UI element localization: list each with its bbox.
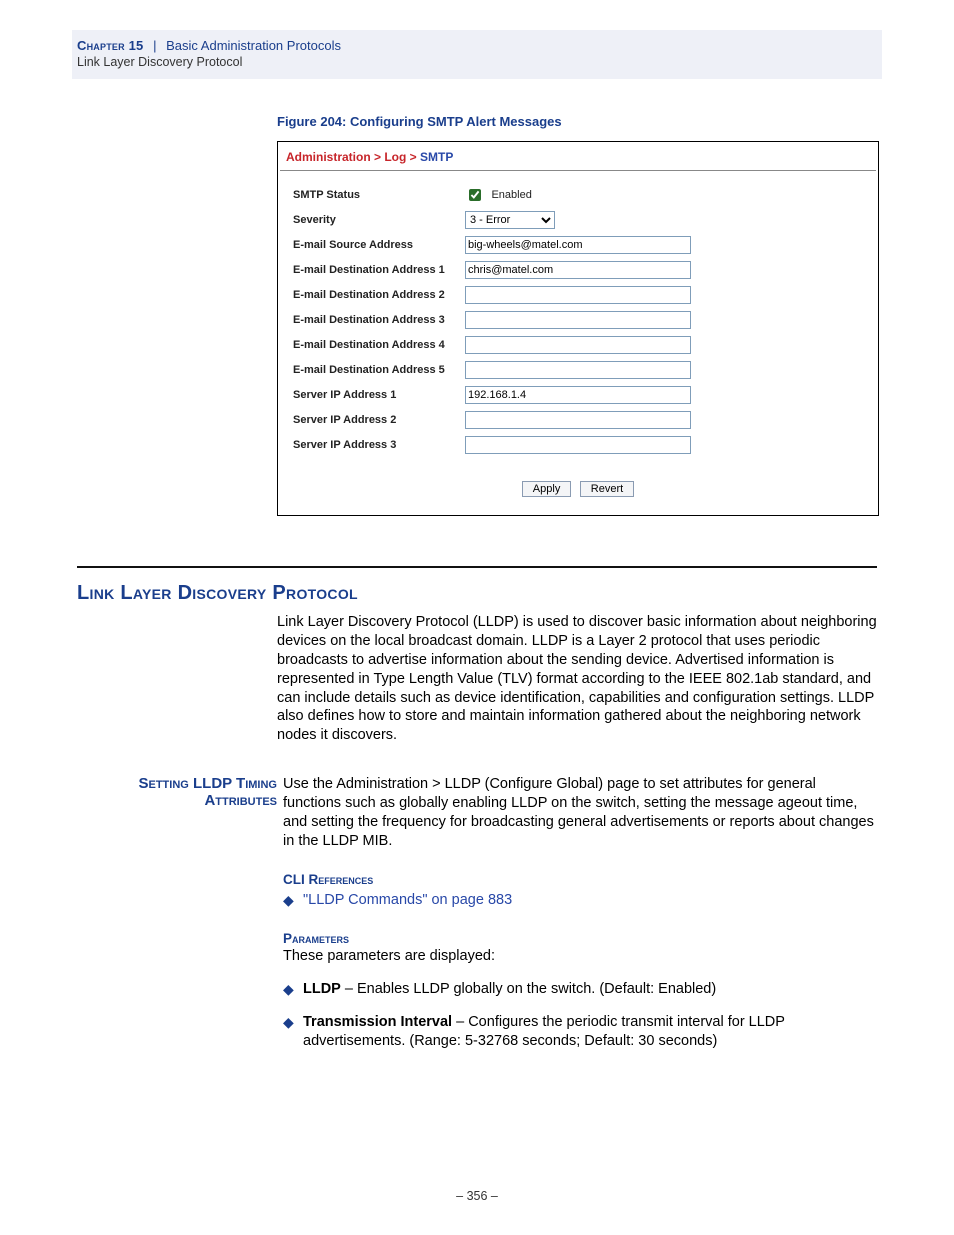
chapter-subtitle: Link Layer Discovery Protocol bbox=[77, 55, 882, 69]
server-ip1-label: Server IP Address 1 bbox=[292, 384, 464, 405]
bullet-diamond-icon: ◆ bbox=[283, 980, 303, 999]
side-heading: Setting LLDP Timing Attributes bbox=[77, 775, 283, 809]
page-number: – 356 – bbox=[0, 1189, 954, 1203]
cli-link[interactable]: "LLDP Commands" on page 883 bbox=[303, 892, 512, 908]
breadcrumb-path: Administration > Log > bbox=[286, 150, 420, 164]
bullet-diamond-icon: ◆ bbox=[283, 1013, 303, 1051]
smtp-status-label: SMTP Status bbox=[292, 185, 464, 205]
email-dest1-input[interactable] bbox=[465, 261, 691, 279]
smtp-status-checkbox[interactable] bbox=[469, 189, 481, 201]
apply-button[interactable]: Apply bbox=[522, 481, 572, 497]
smtp-form: SMTP Status Enabled Severity 3 - Error bbox=[278, 171, 878, 515]
email-dest4-input[interactable] bbox=[465, 336, 691, 354]
section-para-1: Link Layer Discovery Protocol (LLDP) is … bbox=[277, 613, 877, 745]
email-dest2-label: E-mail Destination Address 2 bbox=[292, 284, 464, 305]
revert-button[interactable]: Revert bbox=[580, 481, 634, 497]
severity-label: Severity bbox=[292, 209, 464, 230]
parameters-heading: Parameters bbox=[283, 930, 877, 948]
cli-references-heading: CLI References bbox=[283, 871, 877, 889]
figure-breadcrumb: Administration > Log > SMTP bbox=[278, 142, 878, 170]
server-ip3-label: Server IP Address 3 bbox=[292, 434, 464, 455]
param-lldp: LLDP – Enables LLDP globally on the swit… bbox=[303, 980, 877, 999]
chapter-title: Basic Administration Protocols bbox=[166, 38, 341, 53]
figure-panel: Administration > Log > SMTP SMTP Status … bbox=[277, 141, 879, 516]
server-ip2-input[interactable] bbox=[465, 411, 691, 429]
parameters-intro: These parameters are displayed: bbox=[283, 947, 877, 966]
email-dest3-label: E-mail Destination Address 3 bbox=[292, 309, 464, 330]
email-dest3-input[interactable] bbox=[465, 311, 691, 329]
server-ip1-input[interactable] bbox=[465, 386, 691, 404]
section-para-2: Use the Administration > LLDP (Configure… bbox=[283, 775, 877, 850]
server-ip2-label: Server IP Address 2 bbox=[292, 409, 464, 430]
severity-select[interactable]: 3 - Error bbox=[465, 211, 555, 229]
email-dest4-label: E-mail Destination Address 4 bbox=[292, 334, 464, 355]
email-source-label: E-mail Source Address bbox=[292, 234, 464, 255]
email-dest5-label: E-mail Destination Address 5 bbox=[292, 359, 464, 380]
section-heading: Link Layer Discovery Protocol bbox=[77, 582, 877, 605]
email-dest1-label: E-mail Destination Address 1 bbox=[292, 259, 464, 280]
separator-bar: | bbox=[153, 38, 156, 53]
page-header: Chapter 15 | Basic Administration Protoc… bbox=[72, 30, 882, 79]
server-ip3-input[interactable] bbox=[465, 436, 691, 454]
param-transmission-interval: Transmission Interval – Configures the p… bbox=[303, 1013, 877, 1051]
email-source-input[interactable] bbox=[465, 236, 691, 254]
bullet-diamond-icon: ◆ bbox=[283, 891, 303, 910]
email-dest5-input[interactable] bbox=[465, 361, 691, 379]
email-dest2-input[interactable] bbox=[465, 286, 691, 304]
figure-caption: Figure 204: Configuring SMTP Alert Messa… bbox=[277, 114, 877, 129]
smtp-status-cblabel: Enabled bbox=[491, 189, 531, 201]
breadcrumb-current: SMTP bbox=[420, 150, 453, 164]
chapter-label: Chapter 15 bbox=[77, 38, 143, 53]
